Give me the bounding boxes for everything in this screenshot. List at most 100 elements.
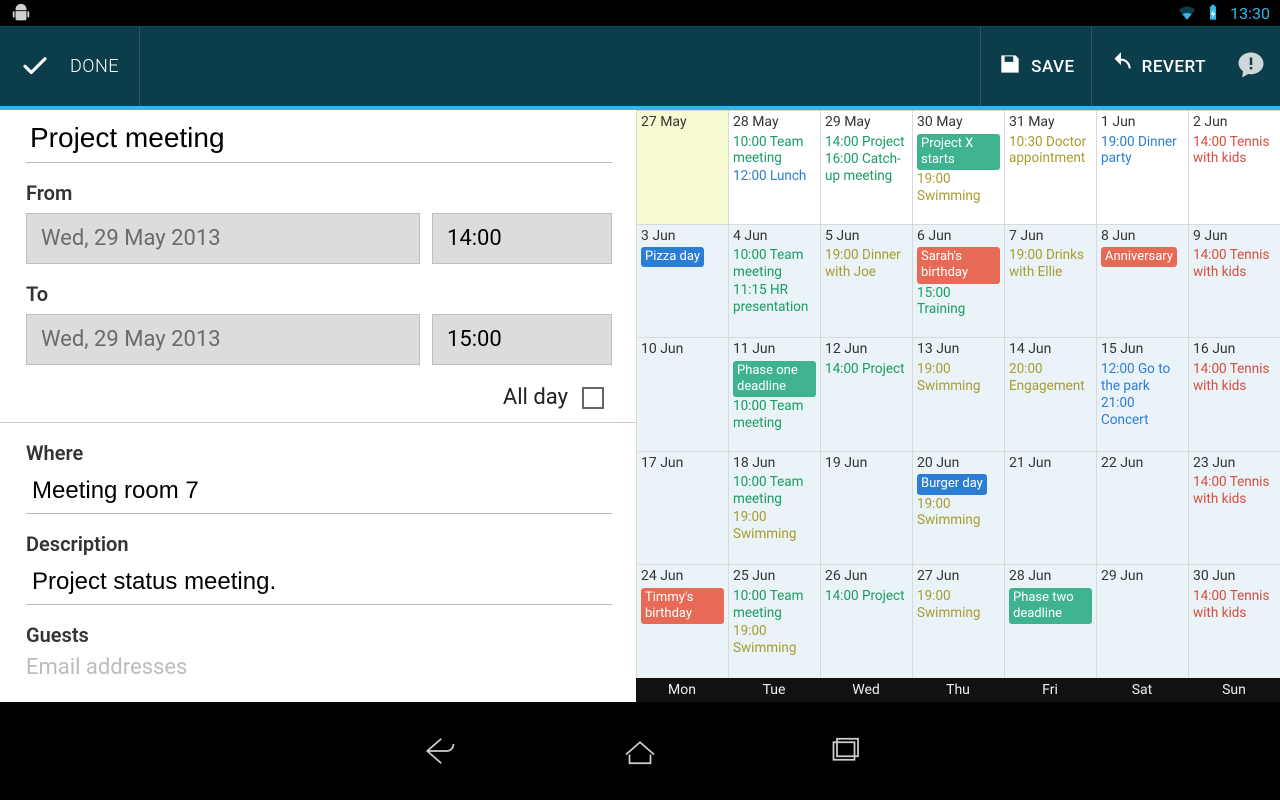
calendar-cell[interactable]: 28 May10:00 Team meeting12:00 Lunch	[728, 110, 820, 224]
calendar-cell[interactable]: 29 May14:00 Project16:00 Catch-up meetin…	[820, 110, 912, 224]
calendar-event[interactable]: 19:00 Swimming	[917, 171, 1000, 205]
calendar-cell[interactable]: 16 Jun14:00 Tennis with kids	[1188, 337, 1280, 451]
calendar-cell[interactable]: 18 Jun10:00 Team meeting19:00 Swimming	[728, 451, 820, 565]
from-time-picker[interactable]: 14:00	[432, 213, 612, 264]
calendar-event[interactable]: 12:00 Go to the park	[1101, 361, 1184, 395]
calendar-cell[interactable]: 27 May	[636, 110, 728, 224]
calendar-cell[interactable]: 2 Jun14:00 Tennis with kids	[1188, 110, 1280, 224]
guests-placeholder[interactable]: Email addresses	[26, 655, 612, 680]
speech-exclaim-icon	[1236, 50, 1266, 84]
calendar-cell[interactable]: 25 Jun10:00 Team meeting19:00 Swimming	[728, 564, 820, 678]
calendar-cell[interactable]: 23 Jun14:00 Tennis with kids	[1188, 451, 1280, 565]
calendar-cell[interactable]: 3 JunPizza day	[636, 224, 728, 338]
calendar-cell[interactable]: 30 MayProject X starts19:00 Swimming	[912, 110, 1004, 224]
calendar-event[interactable]: 19:00 Swimming	[917, 361, 1000, 395]
from-label: From	[26, 181, 612, 205]
calendar-cell[interactable]: 14 Jun20:00 Engagement	[1004, 337, 1096, 451]
status-time: 13:30	[1230, 4, 1270, 23]
calendar-event[interactable]: 14:00 Project	[825, 588, 908, 605]
calendar-day-label: 19 Jun	[825, 455, 908, 473]
calendar-cell[interactable]: 9 Jun14:00 Tennis with kids	[1188, 224, 1280, 338]
calendar-event[interactable]: 19:00 Dinner party	[1101, 134, 1184, 168]
calendar-cell[interactable]: 6 JunSarah's birthday15:00 Training	[912, 224, 1004, 338]
back-button[interactable]	[404, 719, 468, 783]
save-label: SAVE	[1031, 57, 1074, 77]
calendar-cell[interactable]: 29 Jun	[1096, 564, 1188, 678]
where-input[interactable]	[26, 473, 612, 514]
calendar-cell[interactable]: 15 Jun 12:00 Go to the park21:00 Concert	[1096, 337, 1188, 451]
calendar-cell[interactable]: 5 Jun19:00 Dinner with Joe	[820, 224, 912, 338]
to-time-picker[interactable]: 15:00	[432, 314, 612, 365]
save-button[interactable]: SAVE	[980, 27, 1090, 106]
description-label: Description	[26, 532, 612, 556]
calendar-cell[interactable]: 20 JunBurger day19:00 Swimming	[912, 451, 1004, 565]
calendar-day-label: 24 Jun	[641, 568, 724, 586]
calendar-cell[interactable]: 19 Jun	[820, 451, 912, 565]
calendar-event[interactable]: 10:00 Team meeting	[733, 398, 816, 432]
calendar-event[interactable]: 19:00 Dinner with Joe	[825, 247, 908, 281]
to-date-picker[interactable]: Wed, 29 May 2013	[26, 314, 420, 365]
calendar-event[interactable]: 10:30 Doctor appointment	[1009, 134, 1092, 168]
recents-button[interactable]	[812, 719, 876, 783]
calendar-event[interactable]: Anniversary	[1101, 247, 1177, 267]
weekday-label: Thu	[912, 678, 1004, 702]
done-button[interactable]: DONE	[0, 27, 140, 106]
calendar-event[interactable]: 10:00 Team meeting	[733, 588, 816, 622]
calendar-cell[interactable]: 24 Jun Timmy's birthday	[636, 564, 728, 678]
calendar-event[interactable]: 14:00 Project	[825, 361, 908, 378]
calendar-cell[interactable]: 26 Jun14:00 Project	[820, 564, 912, 678]
calendar-cell[interactable]: 7 Jun19:00 Drinks with Ellie	[1004, 224, 1096, 338]
calendar-event[interactable]: 19:00 Swimming	[917, 496, 1000, 530]
calendar-event[interactable]: 19:00 Drinks with Ellie	[1009, 247, 1092, 281]
calendar-event[interactable]: Phase one deadline	[733, 361, 816, 398]
calendar-event[interactable]: 16:00 Catch-up meeting	[825, 151, 908, 185]
calendar-event[interactable]: Project X starts	[917, 134, 1000, 171]
calendar-event[interactable]: Sarah's birthday	[917, 247, 1000, 284]
description-input[interactable]	[26, 564, 612, 605]
calendar-event[interactable]: 10:00 Team meeting	[733, 474, 816, 508]
calendar-day-label: 18 Jun	[733, 455, 816, 473]
calendar-event[interactable]: 14:00 Tennis with kids	[1193, 474, 1276, 508]
calendar-event[interactable]: 12:00 Lunch	[733, 168, 816, 185]
home-button[interactable]	[608, 719, 672, 783]
calendar-day-label: 15 Jun	[1101, 341, 1184, 359]
calendar-event[interactable]: Timmy's birthday	[641, 588, 724, 625]
feedback-button[interactable]	[1222, 27, 1280, 106]
calendar-cell[interactable]: 31 May10:30 Doctor appointment	[1004, 110, 1096, 224]
calendar-event[interactable]: 14:00 Tennis with kids	[1193, 361, 1276, 395]
calendar-cell[interactable]: 4 Jun10:00 Team meeting11:15 HR presenta…	[728, 224, 820, 338]
calendar-event[interactable]: 10:00 Team meeting	[733, 134, 816, 168]
calendar-cell[interactable]: 28 JunPhase two deadline	[1004, 564, 1096, 678]
calendar-event[interactable]: 20:00 Engagement	[1009, 361, 1092, 395]
calendar-event[interactable]: 19:00 Swimming	[917, 588, 1000, 622]
calendar-cell[interactable]: 22 Jun	[1096, 451, 1188, 565]
calendar-event[interactable]: 19:00 Swimming	[733, 623, 816, 657]
calendar-event[interactable]: 10:00 Team meeting	[733, 247, 816, 281]
revert-button[interactable]: REVERT	[1091, 27, 1222, 106]
calendar-cell[interactable]: 10 Jun	[636, 337, 728, 451]
calendar-cell[interactable]: 17 Jun	[636, 451, 728, 565]
calendar-cell[interactable]: 21 Jun	[1004, 451, 1096, 565]
allday-checkbox[interactable]	[582, 387, 604, 409]
calendar-event[interactable]: 14:00 Tennis with kids	[1193, 247, 1276, 281]
calendar-cell[interactable]: 30 Jun14:00 Tennis with kids	[1188, 564, 1280, 678]
calendar-cell[interactable]: 1 Jun19:00 Dinner party	[1096, 110, 1188, 224]
calendar-cell[interactable]: 11 JunPhase one deadline10:00 Team meeti…	[728, 337, 820, 451]
event-title-input[interactable]	[26, 116, 612, 163]
calendar-cell[interactable]: 27 Jun19:00 Swimming	[912, 564, 1004, 678]
calendar-cell[interactable]: 13 Jun19:00 Swimming	[912, 337, 1004, 451]
calendar-cell[interactable]: 8 JunAnniversary	[1096, 224, 1188, 338]
calendar-event[interactable]: Phase two deadline	[1009, 588, 1092, 625]
calendar-event[interactable]: Pizza day	[641, 247, 704, 267]
calendar-event[interactable]: 11:15 HR presentation	[733, 282, 816, 316]
calendar-event[interactable]: 21:00 Concert	[1101, 395, 1184, 429]
calendar-event[interactable]: 15:00 Training	[917, 285, 1000, 319]
calendar-event[interactable]: 14:00 Tennis with kids	[1193, 588, 1276, 622]
calendar-event[interactable]: 14:00 Tennis with kids	[1193, 134, 1276, 168]
calendar-cell[interactable]: 12 Jun14:00 Project	[820, 337, 912, 451]
calendar-event[interactable]: 19:00 Swimming	[733, 509, 816, 543]
calendar-grid[interactable]: 27 May28 May10:00 Team meeting12:00 Lunc…	[636, 110, 1280, 678]
calendar-event[interactable]: Burger day	[917, 474, 987, 494]
calendar-event[interactable]: 14:00 Project	[825, 134, 908, 151]
from-date-picker[interactable]: Wed, 29 May 2013	[26, 213, 420, 264]
